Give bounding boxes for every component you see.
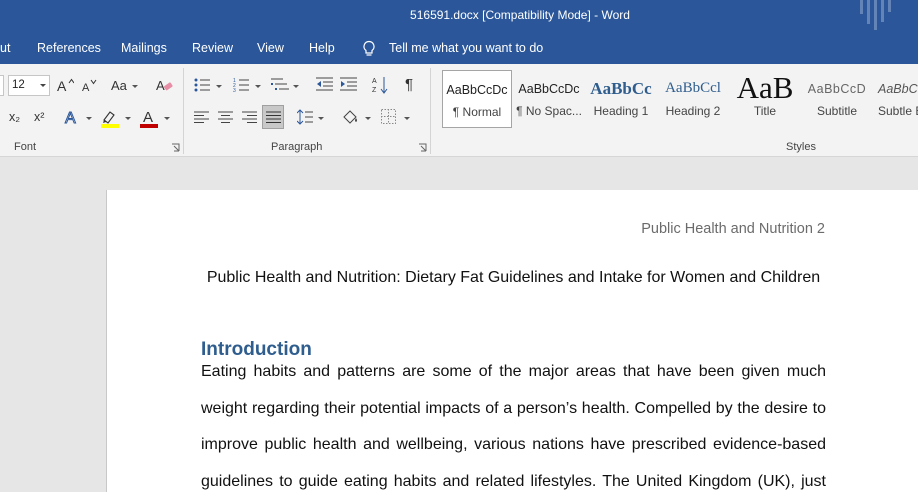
chevron-down-icon [318, 117, 324, 120]
style-sample: AaB [736, 70, 794, 104]
svg-text:A: A [57, 78, 67, 93]
svg-text:A: A [143, 109, 153, 126]
document-title: Public Health and Nutrition: Dietary Fat… [206, 269, 821, 286]
ribbon-tab-bar: ut References Mailings Review View Help … [0, 32, 918, 64]
tab-mailings[interactable]: Mailings [121, 41, 167, 55]
style-name: Subtle E [878, 104, 918, 118]
style-title[interactable]: AaB Title [730, 70, 800, 128]
page-header: Public Health and Nutrition 2 [641, 221, 825, 237]
svg-text:3: 3 [233, 88, 236, 93]
paragraph-group-label: Paragraph [271, 141, 323, 153]
font-size-value: 12 [12, 79, 25, 91]
window-title: 516591.docx [Compatibility Mode] - Word [410, 8, 630, 22]
numbering-icon[interactable]: 123 [233, 77, 249, 93]
font-dialog-launcher-icon[interactable] [171, 143, 180, 152]
style-heading-1[interactable]: AaBbCc Heading 1 [586, 70, 656, 128]
lightbulb-icon[interactable] [361, 40, 377, 57]
svg-text:A: A [82, 82, 90, 93]
chevron-down-icon [125, 117, 131, 120]
justify-button[interactable] [262, 105, 284, 129]
superscript-button[interactable]: x² [34, 110, 44, 124]
style-name: Title [753, 104, 777, 118]
section-heading: Introduction [201, 339, 312, 360]
tab-help[interactable]: Help [309, 41, 335, 55]
chevron-down-icon [365, 117, 371, 120]
tab-view[interactable]: View [257, 41, 284, 55]
tab-references[interactable]: References [37, 41, 101, 55]
style-heading-2[interactable]: AaBbCcl Heading 2 [658, 70, 728, 128]
tab-layout[interactable]: ut [0, 41, 10, 55]
body-text-line: guidelines to guide eating habits and re… [201, 473, 826, 490]
font-group-label: Font [14, 141, 37, 153]
svg-text:Z: Z [372, 87, 377, 94]
chevron-down-icon [40, 84, 46, 87]
font-color-icon[interactable]: A [140, 108, 159, 128]
style-name: ¶ No Spac... [516, 104, 582, 118]
chevron-down-icon [86, 117, 92, 120]
chevron-down-icon [216, 85, 222, 88]
document-page[interactable]: Public Health and Nutrition 2 Public Hea… [106, 190, 918, 492]
shrink-font-icon[interactable]: A [81, 77, 97, 93]
body-text-line: weight regarding their potential impacts… [201, 400, 826, 417]
grow-font-icon[interactable]: A [57, 77, 74, 93]
style-sample: AaBbCcDc [446, 83, 508, 97]
style-name: Heading 1 [593, 104, 649, 118]
group-divider [430, 68, 431, 154]
tell-me-search[interactable]: Tell me what you want to do [389, 41, 543, 55]
svg-text:A: A [65, 110, 76, 126]
style-sample: AaBbCc [590, 79, 652, 98]
style-no-spacing[interactable]: AaBbCcDc ¶ No Spac... [514, 70, 584, 128]
svg-text:A: A [372, 78, 377, 85]
style-subtitle[interactable]: AaBbCcD Subtitle [802, 70, 872, 128]
shading-icon[interactable] [342, 109, 360, 125]
style-sample: AaBbCcD [807, 82, 867, 96]
style-sample: AaBbCcDc [518, 82, 580, 96]
align-left-icon[interactable] [194, 111, 209, 123]
font-name-combo[interactable] [0, 75, 4, 96]
body-text-line: improve public health and wellbeing, var… [201, 436, 826, 453]
title-decoration [860, 0, 900, 32]
justify-icon [266, 111, 281, 123]
highlight-color-icon[interactable] [101, 108, 120, 128]
change-case-button[interactable]: Aa [111, 78, 127, 93]
chevron-down-icon [164, 117, 170, 120]
style-name: Heading 2 [665, 104, 721, 118]
bullets-icon[interactable] [194, 78, 210, 92]
decrease-indent-icon[interactable] [316, 77, 333, 92]
clear-formatting-icon[interactable]: A [156, 77, 173, 93]
increase-indent-icon[interactable] [340, 77, 357, 92]
ribbon: 12 A A Aa A x₂ x² A A Font 123 A Z ¶ Par… [0, 64, 918, 157]
group-divider [183, 68, 184, 154]
text-effects-icon[interactable]: A [64, 108, 82, 127]
chevron-down-icon [293, 85, 299, 88]
svg-text:A: A [156, 78, 165, 93]
multilevel-list-icon[interactable] [271, 77, 289, 93]
style-name: Subtitle [816, 104, 858, 118]
style-sample: AaBbC [878, 82, 918, 96]
chevron-down-icon [404, 117, 410, 120]
styles-gallery: AaBbCcDc ¶ Normal AaBbCcDc ¶ No Spac... … [440, 70, 918, 130]
style-subtle-emphasis[interactable]: AaBbC Subtle E [874, 70, 918, 128]
font-color-swatch [140, 124, 158, 128]
style-sample: AaBbCcl [665, 80, 721, 96]
title-bar: 516591.docx [Compatibility Mode] - Word [0, 0, 918, 32]
font-size-combo[interactable]: 12 [8, 75, 50, 96]
body-text-line: Eating habits and patterns are some of t… [201, 363, 826, 380]
borders-icon[interactable] [381, 109, 396, 124]
style-normal[interactable]: AaBbCcDc ¶ Normal [442, 70, 512, 128]
chevron-down-icon [255, 85, 261, 88]
paragraph-dialog-launcher-icon[interactable] [418, 143, 427, 152]
show-formatting-marks-button[interactable]: ¶ [405, 76, 413, 93]
tab-review[interactable]: Review [192, 41, 233, 55]
align-center-icon[interactable] [218, 111, 233, 123]
style-name: ¶ Normal [452, 105, 502, 119]
highlight-color-swatch [101, 124, 119, 128]
styles-group-label: Styles [786, 141, 816, 153]
align-right-icon[interactable] [242, 111, 257, 123]
line-spacing-icon[interactable] [297, 109, 313, 125]
subscript-button[interactable]: x₂ [9, 110, 20, 124]
sort-icon[interactable]: AZ [372, 76, 388, 94]
chevron-down-icon [132, 85, 138, 88]
